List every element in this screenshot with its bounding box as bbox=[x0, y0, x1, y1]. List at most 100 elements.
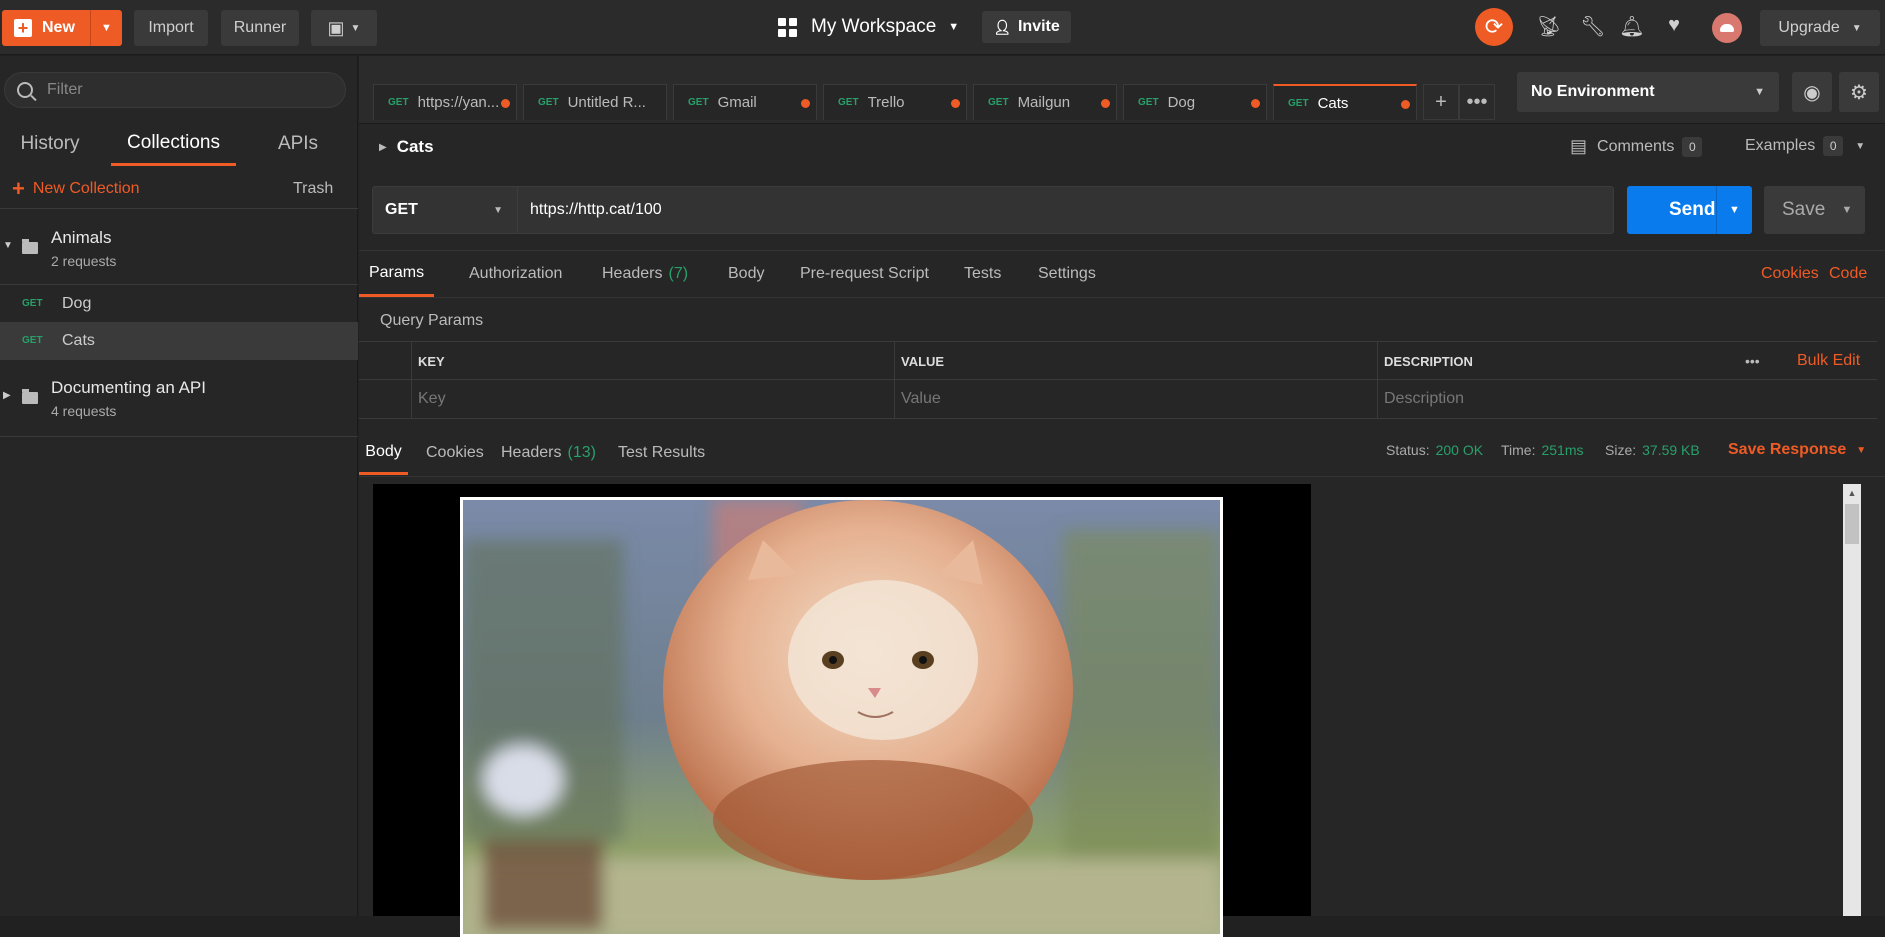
method-select[interactable]: GET ▼ bbox=[373, 187, 518, 233]
add-tab-button[interactable]: + bbox=[1423, 84, 1459, 120]
environment-label: No Environment bbox=[1531, 83, 1655, 100]
heart-icon[interactable]: ♥ bbox=[1661, 14, 1687, 37]
filter-field[interactable] bbox=[4, 72, 346, 108]
method-badge: GET bbox=[538, 97, 559, 108]
scroll-up-arrow-icon[interactable]: ▲ bbox=[1843, 484, 1861, 502]
response-scrollbar[interactable]: ▲ bbox=[1843, 484, 1861, 916]
tab-authorization[interactable]: Authorization bbox=[469, 251, 562, 297]
unsaved-dot-icon bbox=[1401, 100, 1410, 109]
description-input[interactable]: Description bbox=[1377, 380, 1877, 418]
save-button[interactable]: Save ▼ bbox=[1764, 186, 1865, 234]
request-tab[interactable]: GET https://yan... bbox=[373, 84, 517, 120]
tab-headers[interactable]: Headers (7) bbox=[602, 251, 688, 297]
tab-collections[interactable]: Collections bbox=[111, 122, 236, 166]
tab-params[interactable]: Params bbox=[359, 251, 434, 297]
caret-right-icon: ▶ bbox=[379, 141, 387, 153]
table-options-icon[interactable]: ••• bbox=[1745, 342, 1760, 380]
new-window-icon: ▣ bbox=[327, 17, 345, 38]
import-button[interactable]: Import bbox=[134, 10, 208, 46]
save-response-label: Save Response bbox=[1728, 441, 1847, 458]
unsaved-dot-icon bbox=[1251, 99, 1260, 108]
collection-documenting-an-api[interactable]: ▶ Documenting an API 4 requests bbox=[0, 360, 358, 436]
tab-title: Dog bbox=[1167, 94, 1196, 111]
upgrade-button[interactable]: Upgrade ▼ bbox=[1760, 10, 1880, 46]
chevron-down-icon: ▼ bbox=[493, 204, 503, 216]
examples-button[interactable]: Examples 0 ▼ bbox=[1745, 136, 1865, 156]
tab-history[interactable]: History bbox=[0, 122, 100, 166]
sync-icon[interactable]: ⟳ bbox=[1475, 8, 1513, 46]
invite-button[interactable]: 👤︎ Invite bbox=[982, 11, 1071, 43]
request-tab[interactable]: GET Untitled R... bbox=[523, 84, 667, 120]
new-window-button[interactable]: ▣ ▼ bbox=[311, 10, 377, 46]
request-name: Cats bbox=[396, 137, 434, 156]
save-response-button[interactable]: Save Response ▼ bbox=[1728, 431, 1866, 469]
satellite-icon[interactable]: 📡︎ bbox=[1536, 14, 1562, 39]
request-tab[interactable]: GET Trello bbox=[823, 84, 967, 120]
chevron-down-icon: ▼ bbox=[1851, 22, 1862, 34]
comments-button[interactable]: ▤ Comments 0 bbox=[1570, 136, 1703, 157]
sidebar-request-cats[interactable]: GET Cats bbox=[0, 322, 358, 359]
filter-input[interactable] bbox=[47, 81, 327, 99]
send-button[interactable]: Send ▼ bbox=[1627, 186, 1752, 234]
avatar[interactable] bbox=[1712, 13, 1742, 43]
tab-title: Untitled R... bbox=[567, 94, 646, 111]
tab-body[interactable]: Body bbox=[728, 251, 764, 297]
request-breadcrumb[interactable]: ▶ Cats bbox=[379, 137, 434, 157]
response-tab-cookies[interactable]: Cookies bbox=[426, 431, 484, 475]
collection-animals[interactable]: ▼ Animals 2 requests bbox=[0, 208, 358, 284]
tab-title: Trello bbox=[867, 94, 905, 111]
tab-apis[interactable]: APIs bbox=[248, 122, 348, 166]
more-tabs-button[interactable]: ••• bbox=[1459, 84, 1495, 120]
response-tab-body[interactable]: Body bbox=[359, 431, 408, 475]
runner-button[interactable]: Runner bbox=[221, 10, 299, 46]
sidebar-request-dog[interactable]: GET Dog bbox=[0, 285, 358, 322]
new-button[interactable]: + New ▼ bbox=[2, 10, 122, 46]
tab-settings[interactable]: Settings bbox=[1038, 251, 1096, 297]
comment-icon: ▤ bbox=[1570, 136, 1588, 156]
environment-select[interactable]: No Environment ▼ bbox=[1517, 72, 1779, 112]
examples-count-badge: 0 bbox=[1823, 136, 1844, 156]
trash-button[interactable]: Trash bbox=[293, 172, 333, 206]
new-dropdown-chevron-icon[interactable]: ▼ bbox=[90, 10, 122, 46]
collection-name: Documenting an API bbox=[51, 378, 206, 397]
collection-name: Animals bbox=[51, 228, 112, 247]
request-tab[interactable]: GET Dog bbox=[1123, 84, 1267, 120]
time-readout: Time: 251ms bbox=[1501, 431, 1584, 469]
manage-environments-button[interactable]: ⚙ bbox=[1839, 72, 1879, 112]
query-params-title: Query Params bbox=[380, 312, 484, 329]
send-options-chevron-icon[interactable]: ▼ bbox=[1716, 186, 1752, 234]
bulk-edit-link[interactable]: Bulk Edit bbox=[1797, 342, 1860, 380]
request-tab[interactable]: GET Mailgun bbox=[973, 84, 1117, 120]
caret-right-icon[interactable]: ▶ bbox=[3, 390, 11, 401]
code-link[interactable]: Code bbox=[1829, 251, 1867, 297]
unsaved-dot-icon bbox=[501, 99, 510, 108]
time-label: Time: bbox=[1501, 442, 1536, 458]
key-input[interactable]: Key bbox=[411, 380, 894, 418]
method-badge: GET bbox=[22, 335, 43, 346]
request-tab-bar: GET https://yan... GET Untitled R... GET… bbox=[359, 56, 1885, 124]
new-collection-button[interactable]: + New Collection bbox=[12, 172, 140, 206]
scrollbar-thumb[interactable] bbox=[1845, 504, 1859, 544]
tab-pre-request-script[interactable]: Pre-request Script bbox=[800, 251, 929, 297]
plus-icon: + bbox=[12, 176, 25, 201]
url-input[interactable]: https://http.cat/100 bbox=[530, 187, 662, 233]
headers-count: (7) bbox=[668, 265, 689, 282]
request-tab[interactable]: GET Gmail bbox=[673, 84, 817, 120]
method-badge: GET bbox=[1138, 97, 1159, 108]
workspace-selector[interactable]: My Workspace ▼ bbox=[778, 12, 959, 42]
bell-icon[interactable]: 🔔︎ bbox=[1619, 14, 1645, 39]
size-readout: Size: 37.59 KB bbox=[1605, 431, 1700, 469]
value-input[interactable]: Value bbox=[894, 380, 1377, 418]
wrench-icon[interactable]: 🔧︎ bbox=[1580, 14, 1606, 39]
cookies-link[interactable]: Cookies bbox=[1761, 251, 1819, 297]
caret-down-icon[interactable]: ▼ bbox=[3, 240, 13, 251]
response-tab-headers[interactable]: Headers (13) bbox=[501, 431, 596, 475]
environment-quick-look-button[interactable]: ◉ bbox=[1792, 72, 1832, 112]
save-options-chevron-icon[interactable]: ▼ bbox=[1829, 186, 1865, 234]
request-tab-active[interactable]: GET Cats bbox=[1273, 84, 1417, 120]
response-tab-test-results[interactable]: Test Results bbox=[618, 431, 705, 475]
table-row: Key Value Description bbox=[359, 380, 1877, 418]
response-headers-count: (13) bbox=[567, 444, 596, 461]
query-params-table: KEY VALUE DESCRIPTION ••• Bulk Edit Key … bbox=[359, 341, 1877, 419]
tab-tests[interactable]: Tests bbox=[964, 251, 1001, 297]
